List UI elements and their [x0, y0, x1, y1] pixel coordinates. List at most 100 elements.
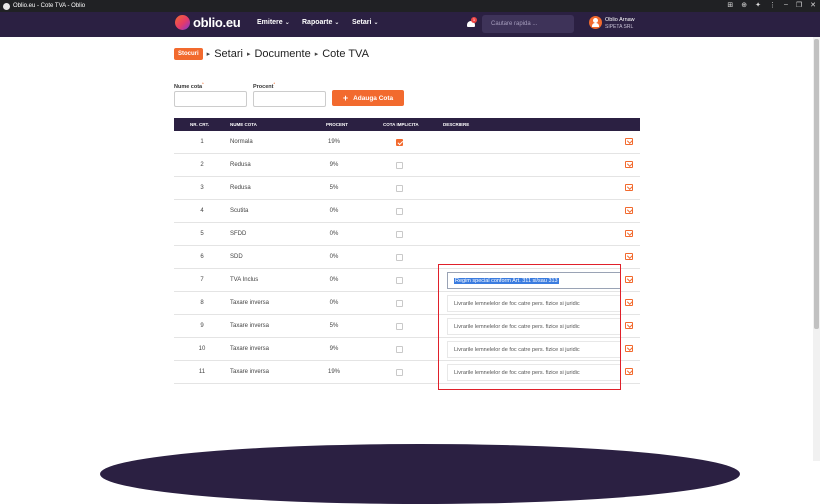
row-actions-dropdown-icon[interactable] — [625, 207, 633, 214]
percent-label-text: Procent — [253, 83, 274, 90]
menu-emitere[interactable]: Emitere ⌄ — [257, 19, 290, 26]
menu-emitere-label: Emitere — [257, 19, 283, 26]
breadcrumb-separator-icon: ▸ — [246, 51, 251, 58]
cell-percent: 0% — [329, 254, 339, 260]
notification-badge: 1 — [471, 17, 477, 23]
default-checkbox[interactable] — [396, 231, 403, 238]
row-actions-dropdown-icon[interactable] — [625, 138, 633, 145]
menu-setari-label: Setari — [352, 19, 372, 26]
cell-percent: 19% — [327, 139, 340, 145]
menu-rapoarte[interactable]: Rapoarte ⌄ — [302, 19, 339, 26]
default-checkbox[interactable] — [396, 185, 403, 192]
cell-percent: 9% — [329, 162, 339, 168]
table-header: NR. CRT. NUME COTA PROCENT COTA IMPLICIT… — [174, 118, 640, 131]
stocuri-badge[interactable]: Stocuri — [174, 48, 203, 60]
extensions-icon[interactable]: ✦ — [755, 1, 761, 9]
table-row: 1 Normala 19% — [174, 131, 640, 154]
restore-icon[interactable]: ❐ — [796, 1, 802, 9]
breadcrumb-separator-icon: ▸ — [314, 51, 319, 58]
row-actions-dropdown-icon[interactable] — [625, 253, 633, 260]
zoom-icon[interactable]: ⊕ — [741, 1, 747, 9]
required-mark: * — [202, 81, 204, 86]
notifications-bell-icon[interactable]: 1 — [466, 17, 477, 29]
menu-rapoarte-label: Rapoarte — [302, 19, 333, 26]
row-actions-dropdown-icon[interactable] — [625, 184, 633, 191]
required-mark: * — [273, 81, 276, 86]
cell-nr: 11 — [198, 369, 206, 375]
row-actions-dropdown-icon[interactable] — [625, 345, 633, 352]
cell-percent: 5% — [329, 185, 339, 191]
plus-icon: + — [342, 93, 349, 103]
page-scrollbar[interactable] — [813, 37, 820, 461]
row-actions-dropdown-icon[interactable] — [625, 161, 633, 168]
more-icon[interactable]: ⋮ — [769, 1, 776, 9]
default-checkbox[interactable] — [396, 323, 403, 330]
cell-nr: 6 — [200, 254, 204, 260]
cell-nr: 3 — [200, 185, 204, 191]
cell-nr: 2 — [200, 162, 204, 168]
cell-name: Redusa — [230, 162, 251, 168]
quick-search-input[interactable]: Cautare rapida ... — [482, 15, 574, 33]
scrollbar-thumb[interactable] — [814, 39, 819, 329]
default-checkbox[interactable] — [396, 369, 403, 376]
translate-icon[interactable]: ⊞ — [727, 1, 733, 9]
default-checkbox[interactable] — [396, 162, 403, 169]
cell-name: TVA Inclus — [230, 277, 259, 283]
breadcrumb-cote-tva: Cote TVA — [322, 48, 369, 60]
row-actions-dropdown-icon[interactable] — [625, 368, 633, 375]
cell-name: Taxare inversa — [230, 323, 270, 329]
table-row: 4 Scutita 0% — [174, 200, 640, 223]
default-checkbox[interactable] — [396, 254, 403, 261]
highlight-box — [438, 264, 621, 390]
cell-name: SDD — [230, 254, 243, 260]
default-checkbox[interactable] — [396, 139, 403, 146]
cell-name: Redusa — [230, 185, 251, 191]
avatar[interactable] — [589, 16, 602, 29]
header-name: NUME COTA — [230, 122, 257, 127]
breadcrumb: Stocuri ▸ Setari ▸ Documente ▸ Cote TVA — [174, 48, 369, 60]
footer-wave — [100, 444, 740, 504]
row-actions-dropdown-icon[interactable] — [625, 322, 633, 329]
browser-titlebar: Oblio.eu - Cote TVA - Oblio ⊞ ⊕ ✦ ⋮ – ❐ … — [0, 0, 820, 12]
close-icon[interactable]: ✕ — [810, 1, 816, 9]
cell-name: SFDD — [230, 231, 247, 237]
percent-input[interactable] — [253, 91, 326, 107]
cell-percent: 5% — [329, 323, 339, 329]
logo-mark-icon — [175, 15, 190, 30]
breadcrumb-documente[interactable]: Documente — [254, 48, 310, 60]
top-navbar: oblio.eu Emitere ⌄ Rapoarte ⌄ Setari ⌄ 1 Ca… — [0, 12, 820, 37]
cell-percent: 0% — [329, 208, 339, 214]
cell-name: Scutita — [230, 208, 249, 214]
table-row: 3 Redusa 5% — [174, 177, 640, 200]
cell-percent: 0% — [329, 277, 339, 283]
table-row: 5 SFDD 0% — [174, 223, 640, 246]
chevron-down-icon: ⌄ — [373, 20, 379, 26]
default-checkbox[interactable] — [396, 300, 403, 307]
logo[interactable]: oblio.eu — [175, 15, 241, 30]
menu-setari[interactable]: Setari ⌄ — [352, 19, 379, 26]
chevron-down-icon: ⌄ — [334, 20, 340, 26]
default-checkbox[interactable] — [396, 208, 403, 215]
cell-nr: 10 — [198, 346, 206, 352]
header-default: COTA IMPLICITA — [383, 122, 419, 127]
breadcrumb-setari[interactable]: Setari — [214, 48, 243, 60]
header-description: DESCRIERE — [443, 122, 470, 127]
browser-controls: ⊞ ⊕ ✦ ⋮ – ❐ ✕ — [727, 1, 816, 9]
add-cota-button[interactable]: + Adauga Cota — [332, 90, 404, 106]
header-nr: NR. CRT. — [190, 122, 209, 127]
cell-percent: 9% — [329, 346, 339, 352]
row-actions-dropdown-icon[interactable] — [625, 276, 633, 283]
cell-name: Normala — [230, 139, 253, 145]
default-checkbox[interactable] — [396, 346, 403, 353]
name-input[interactable] — [174, 91, 247, 107]
cell-nr: 5 — [200, 231, 204, 237]
cell-nr: 7 — [200, 277, 204, 283]
cell-percent: 19% — [327, 369, 340, 375]
default-checkbox[interactable] — [396, 277, 403, 284]
user-info[interactable]: Oblio Arnaw SIPETA SRL — [605, 17, 635, 31]
minimize-icon[interactable]: – — [784, 1, 788, 9]
row-actions-dropdown-icon[interactable] — [625, 230, 633, 237]
browser-tab-title[interactable]: Oblio.eu - Cote TVA - Oblio — [13, 3, 85, 9]
avatar-body — [592, 23, 599, 27]
row-actions-dropdown-icon[interactable] — [625, 299, 633, 306]
